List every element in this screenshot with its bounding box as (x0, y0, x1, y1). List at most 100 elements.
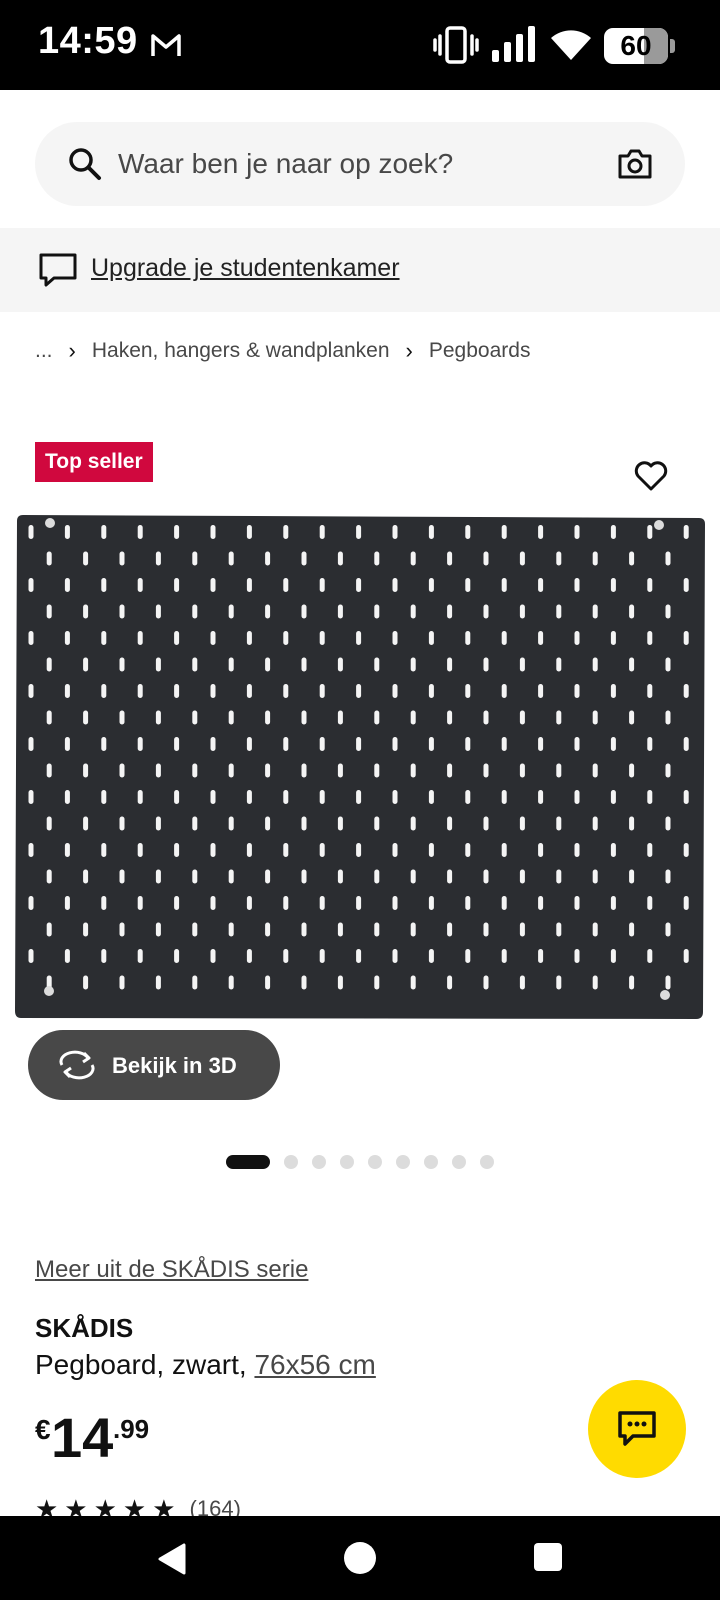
promo-banner[interactable]: Upgrade je studentenkamer (0, 228, 720, 312)
promo-link[interactable]: Upgrade je studentenkamer (91, 254, 400, 283)
heart-icon[interactable] (633, 458, 669, 494)
pegboard-slot (374, 975, 380, 990)
chevron-right-icon: › (68, 338, 76, 363)
view-3d-button[interactable]: Bekijk in 3D (28, 1030, 280, 1100)
back-icon[interactable] (156, 1542, 188, 1576)
pegboard-slot (101, 843, 107, 857)
recent-apps-icon[interactable] (534, 1543, 562, 1571)
pegboard-slot (283, 631, 289, 645)
carousel-dot[interactable] (340, 1155, 354, 1169)
pegboard-slot (64, 684, 70, 698)
pegboard-slot (265, 869, 271, 884)
pegboard-slot (683, 737, 689, 751)
pegboard-slot (665, 763, 671, 778)
pegboard-slot (356, 525, 362, 539)
pegboard-slot (119, 869, 125, 884)
pegboard-slot (137, 631, 143, 645)
pegboard-slot (356, 843, 362, 857)
pegboard-slot (64, 790, 70, 804)
pegboard-screw (660, 990, 670, 1000)
pegboard-slot (192, 975, 198, 990)
pegboard-slot (447, 710, 453, 725)
pegboard-slot (647, 578, 653, 592)
pegboard-slot (665, 869, 671, 884)
pegboard-slot (592, 869, 598, 884)
search-icon[interactable] (67, 146, 103, 182)
pegboard-slot (465, 684, 471, 698)
pegboard-slot (64, 896, 70, 910)
pegboard-slot (428, 790, 434, 804)
carousel-dot[interactable] (452, 1155, 466, 1169)
series-link[interactable]: Meer uit de SKÅDIS serie (35, 1256, 308, 1284)
pegboard-slot (556, 710, 562, 725)
pegboard-slot (101, 684, 107, 698)
pegboard-slot (665, 922, 671, 937)
pegboard-slot (83, 657, 89, 672)
pegboard-slot (610, 631, 616, 645)
pegboard-slot (155, 869, 161, 884)
pegboard-slot (210, 684, 216, 698)
pegboard-slot (119, 763, 125, 778)
pegboard-slot (28, 949, 34, 963)
pegboard-slot (246, 525, 252, 539)
carousel-dot[interactable] (480, 1155, 494, 1169)
pegboard-slot (519, 604, 525, 619)
pegboard-slot (192, 922, 198, 937)
pegboard-slot (683, 631, 689, 645)
pegboard-slot (392, 737, 398, 751)
pegboard-slot (574, 525, 580, 539)
search-bar[interactable] (35, 122, 685, 206)
chat-button[interactable] (588, 1380, 686, 1478)
search-input[interactable] (118, 136, 618, 192)
pegboard-slot (283, 843, 289, 857)
pegboard-slot (610, 737, 616, 751)
pegboard-slot (629, 657, 635, 672)
carousel-dot[interactable] (368, 1155, 382, 1169)
pegboard-slot (410, 657, 416, 672)
breadcrumb-item-pegboards[interactable]: Pegboards (429, 339, 531, 363)
pegboard-slot (337, 604, 343, 619)
pegboard-slot (556, 604, 562, 619)
pegboard-slot (538, 843, 544, 857)
carousel-dot[interactable] (312, 1155, 326, 1169)
pegboard-slot (337, 763, 343, 778)
pegboard-slot (301, 869, 307, 884)
pegboard-slot (538, 790, 544, 804)
pegboard-slot (119, 975, 125, 990)
pegboard-slot (119, 551, 125, 566)
pegboard-slot (301, 710, 307, 725)
product-name: SKÅDIS (35, 1313, 134, 1343)
product-size-link[interactable]: 76x56 cm (254, 1349, 375, 1380)
pegboard-slot (610, 896, 616, 910)
camera-icon[interactable] (617, 146, 653, 182)
pegboard-slot (119, 604, 125, 619)
pegboard-slot (192, 869, 198, 884)
status-bar: 14:59 60 (0, 0, 720, 90)
pegboard-slot (501, 949, 507, 963)
breadcrumb-item-hooks[interactable]: Haken, hangers & wandplanken (92, 339, 390, 363)
pegboard-slot (483, 816, 489, 831)
pegboard-slot (137, 790, 143, 804)
pegboard-slot (647, 949, 653, 963)
home-icon[interactable] (344, 1542, 376, 1574)
carousel-dot[interactable] (284, 1155, 298, 1169)
pegboard-slot (519, 975, 525, 990)
pegboard-slot (265, 604, 271, 619)
pegboard-slot (356, 790, 362, 804)
pegboard-screw (45, 518, 55, 528)
carousel-dot[interactable] (424, 1155, 438, 1169)
pegboard-slot (665, 551, 671, 566)
pegboard-slot (228, 816, 234, 831)
pegboard-slot (501, 737, 507, 751)
carousel-dot[interactable] (226, 1155, 270, 1169)
breadcrumb-ellipsis[interactable]: ... (35, 339, 53, 363)
carousel-dot[interactable] (396, 1155, 410, 1169)
pegboard-slot (210, 631, 216, 645)
product-image[interactable] (15, 513, 705, 1021)
pegboard-slot (501, 684, 507, 698)
pegboard-slot (374, 763, 380, 778)
pegboard-slot (319, 843, 325, 857)
pegboard-slot (574, 843, 580, 857)
pegboard-slot (665, 710, 671, 725)
pegboard-slot (592, 922, 598, 937)
